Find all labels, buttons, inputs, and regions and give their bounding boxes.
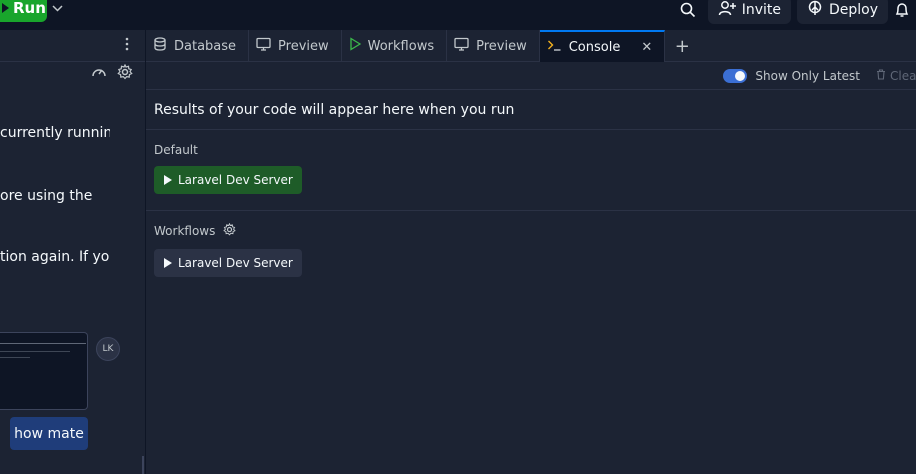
tab-label: Console xyxy=(568,39,621,55)
search-icon[interactable] xyxy=(674,0,702,23)
screenshot-thumbnail[interactable] xyxy=(0,332,88,410)
plus-icon: + xyxy=(674,35,690,57)
deploy-button[interactable]: Deploy xyxy=(796,0,888,24)
gauge-icon[interactable] xyxy=(91,64,107,84)
console-message: Results of your code will appear here wh… xyxy=(146,90,916,130)
trash-icon xyxy=(876,68,886,83)
left-panel: currently running ore using the tion aga… xyxy=(0,30,146,474)
tab-console[interactable]: Console ✕ xyxy=(539,30,666,62)
deploy-label: Deploy xyxy=(828,2,878,18)
left-panel-header xyxy=(0,30,145,62)
console-toolbar: Show Only Latest Clear xyxy=(146,62,916,90)
left-panel-tools xyxy=(91,63,133,84)
section-label-text: Workflows xyxy=(154,224,216,238)
clear-label: Clear xyxy=(890,68,916,83)
toggle-knob xyxy=(735,70,746,81)
run-server-button[interactable]: Laravel Dev Server xyxy=(154,166,302,194)
top-actions: Invite Deploy xyxy=(674,0,916,24)
tab-database[interactable]: Database xyxy=(146,30,250,62)
tab-preview[interactable]: Preview xyxy=(249,30,342,62)
top-bar: Run Invite Deploy xyxy=(0,0,916,30)
terminal-icon xyxy=(547,38,562,56)
invite-label: Invite xyxy=(741,2,781,18)
tab-label: Database xyxy=(174,38,237,54)
play-icon xyxy=(2,3,9,13)
tab-workflows[interactable]: Workflows xyxy=(342,30,448,62)
console-pane: Show Only Latest Clear Results of your c… xyxy=(146,62,916,474)
section-label-text: Default xyxy=(154,143,198,157)
gear-icon[interactable] xyxy=(223,222,237,239)
database-icon xyxy=(153,37,167,55)
server-button-label: Laravel Dev Server xyxy=(178,256,293,270)
tab-label: Workflows xyxy=(367,38,435,54)
thumbnail-line xyxy=(0,343,86,344)
section-divider xyxy=(146,210,916,211)
close-icon[interactable]: ✕ xyxy=(641,40,652,55)
monitor-icon xyxy=(454,37,469,55)
tab-label: Preview xyxy=(476,38,527,54)
workflows-section-label: Workflows xyxy=(146,222,237,239)
chat-text-line: tion again. If you xyxy=(0,249,110,265)
thumbnail-line xyxy=(0,357,30,358)
add-user-icon xyxy=(718,0,736,20)
add-tab-button[interactable]: + xyxy=(665,30,699,62)
more-options-icon[interactable] xyxy=(125,36,129,55)
invite-button[interactable]: Invite xyxy=(707,0,791,24)
thumbnail-line xyxy=(0,351,70,352)
run-label: Run xyxy=(13,0,46,17)
deploy-icon xyxy=(807,0,823,20)
tab-bar: Database Preview Workflows Preview Conso… xyxy=(146,30,916,62)
server-button-label: Laravel Dev Server xyxy=(178,173,293,187)
show-only-latest-toggle[interactable] xyxy=(723,68,748,83)
gear-icon[interactable] xyxy=(117,63,133,84)
toggle-label: Show Only Latest xyxy=(755,68,860,83)
avatar[interactable]: LK xyxy=(96,337,120,361)
run-workflow-button[interactable]: Laravel Dev Server xyxy=(154,249,302,277)
tab-preview[interactable]: Preview xyxy=(447,30,540,62)
run-button[interactable]: Run xyxy=(0,0,47,22)
resize-handle[interactable] xyxy=(142,456,144,474)
chat-text-line: currently running xyxy=(0,125,110,141)
clear-button[interactable]: Clear xyxy=(876,69,916,83)
play-icon xyxy=(164,175,172,185)
monitor-icon xyxy=(256,37,271,55)
default-section-label: Default xyxy=(146,143,198,157)
play-icon xyxy=(349,37,361,55)
chat-message-chip[interactable]: how mate xyxy=(10,417,88,450)
tab-label: Preview xyxy=(278,38,329,54)
chat-text-line: ore using the xyxy=(0,188,93,204)
bell-icon[interactable] xyxy=(894,0,916,23)
chevron-down-icon[interactable] xyxy=(50,0,64,16)
play-icon xyxy=(164,258,172,268)
